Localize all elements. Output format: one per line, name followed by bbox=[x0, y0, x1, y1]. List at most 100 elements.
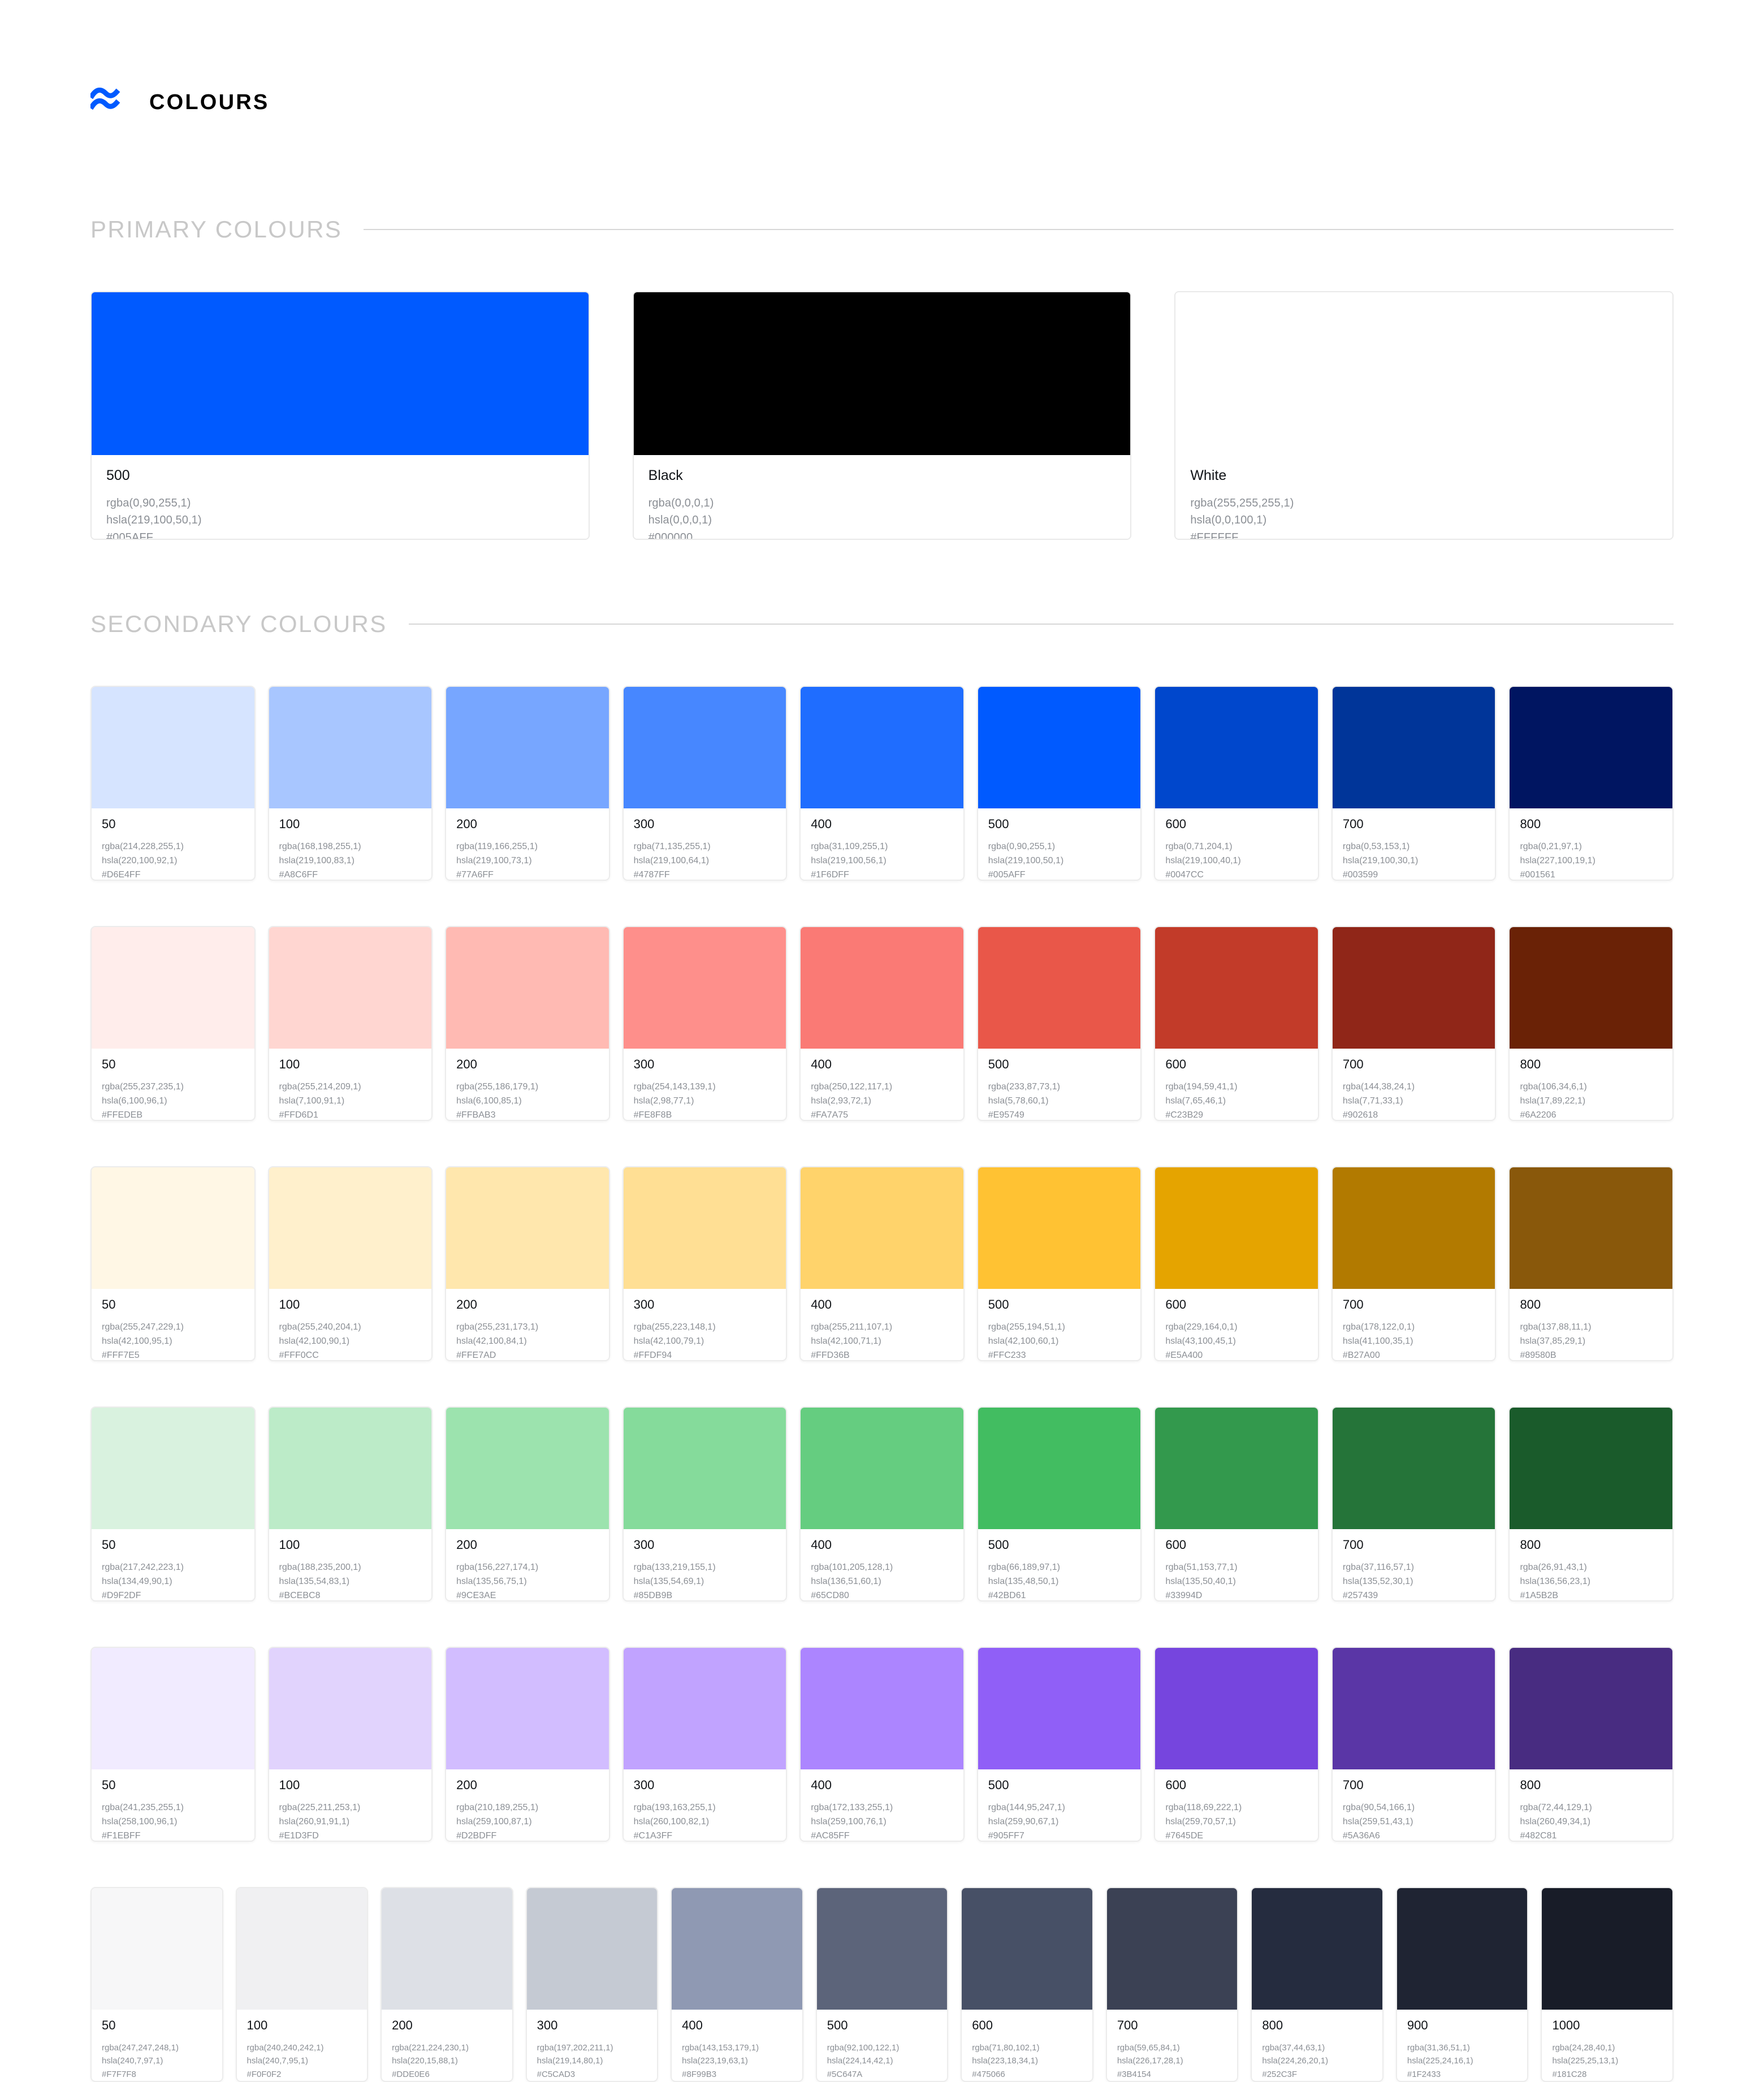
secondary-colour-card[interactable]: 300 rgba(255,223,148,1) hsla(42,100,79,1) #… bbox=[622, 1166, 788, 1361]
secondary-colour-card[interactable]: 400 rgba(143,153,179,1) hsla(223,19,63,1) #… bbox=[671, 1887, 803, 2082]
secondary-colour-card[interactable]: 100 rgba(168,198,255,1) hsla(219,100,83,1)… bbox=[267, 686, 433, 881]
colour-hex: #0047CC bbox=[1165, 869, 1204, 880]
secondary-colour-card[interactable]: 400 rgba(101,205,128,1) hsla(136,51,60,1) #… bbox=[799, 1406, 965, 1601]
secondary-colour-card[interactable]: 1000 rgba(24,28,40,1) hsla(225,25,13,1) #18… bbox=[1541, 1887, 1674, 2082]
secondary-colour-card[interactable]: 200 rgba(156,227,174,1) hsla(135,56,75,1) #… bbox=[445, 1406, 610, 1601]
colour-swatch bbox=[1332, 927, 1495, 1049]
colour-swatch bbox=[269, 1167, 432, 1289]
primary-colour-card[interactable]: 500 rgba(0,90,255,1) hsla(219,100,50,1) #00… bbox=[90, 291, 590, 540]
secondary-colour-card[interactable]: 700 rgba(37,116,57,1) hsla(135,52,30,1) #25… bbox=[1331, 1406, 1497, 1601]
colour-hex: #FFF0CC bbox=[279, 1350, 319, 1360]
secondary-colour-card[interactable]: 800 rgba(137,88,11,1) hsla(37,85,29,1) #895… bbox=[1508, 1166, 1674, 1361]
colour-swatch bbox=[978, 1167, 1141, 1289]
secondary-colour-card[interactable]: 500 rgba(92,100,122,1) hsla(224,14,42,1) #5… bbox=[815, 1887, 949, 2082]
colour-meta: 600 rgba(51,153,77,1) hsla(135,50,40,1) #33… bbox=[1155, 1529, 1318, 1600]
secondary-colour-card[interactable]: 900 rgba(31,36,51,1) hsla(225,24,16,1) #1F2… bbox=[1395, 1887, 1529, 2082]
colour-hsla: hsla(2,98,77,1) bbox=[633, 1096, 694, 1106]
secondary-colour-card[interactable]: 200 rgba(119,166,255,1) hsla(219,100,73,1)… bbox=[445, 686, 610, 881]
secondary-colour-card[interactable]: 100 rgba(225,211,253,1) hsla(260,91,91,1) #… bbox=[267, 1647, 433, 1842]
secondary-row-grey: 50 rgba(247,247,248,1) hsla(240,7,97,1) #F7… bbox=[90, 1887, 1674, 2082]
primary-colour-card[interactable]: Black rgba(0,0,0,1) hsla(0,0,0,1) #000000 bbox=[632, 291, 1132, 540]
colour-hex: #252C3F bbox=[1262, 2069, 1298, 2079]
secondary-colour-card[interactable]: 50 rgba(214,228,255,1) hsla(220,100,92,1) #… bbox=[90, 686, 256, 881]
secondary-colour-card[interactable]: 700 rgba(144,38,24,1) hsla(7,71,33,1) #9026… bbox=[1331, 926, 1497, 1121]
secondary-colour-card[interactable]: 50 rgba(255,247,229,1) hsla(42,100,95,1) #F… bbox=[90, 1166, 256, 1361]
colour-rgba: rgba(168,198,255,1) bbox=[279, 842, 361, 851]
secondary-colour-card[interactable]: 400 rgba(250,122,117,1) hsla(2,93,72,1) #FA… bbox=[799, 926, 965, 1121]
secondary-colour-card[interactable]: 800 rgba(0,21,97,1) hsla(227,100,19,1) #001… bbox=[1508, 686, 1674, 881]
secondary-colour-card[interactable]: 700 rgba(59,65,84,1) hsla(226,17,28,1) #3B4… bbox=[1105, 1887, 1239, 2082]
secondary-colour-card[interactable]: 50 rgba(255,237,235,1) hsla(6,100,96,1) #FF… bbox=[90, 926, 256, 1121]
colour-swatch bbox=[978, 1408, 1141, 1529]
secondary-colour-card[interactable]: 600 rgba(194,59,41,1) hsla(7,65,46,1) #C23B… bbox=[1154, 926, 1319, 1121]
secondary-colour-card[interactable]: 500 rgba(255,194,51,1) hsla(42,100,60,1) #F… bbox=[976, 1166, 1142, 1361]
secondary-colour-card[interactable]: 600 rgba(229,164,0,1) hsla(43,100,45,1) #E5… bbox=[1154, 1166, 1319, 1361]
secondary-colour-card[interactable]: 700 rgba(178,122,0,1) hsla(41,100,35,1) #B2… bbox=[1331, 1166, 1497, 1361]
colour-name: 900 bbox=[1407, 2018, 1428, 2032]
colour-hex: #85DB9B bbox=[633, 1590, 673, 1600]
secondary-colour-card[interactable]: 600 rgba(71,80,102,1) hsla(223,18,34,1) #47… bbox=[961, 1887, 1093, 2082]
colour-hsla: hsla(223,19,63,1) bbox=[682, 2056, 748, 2066]
colour-meta: 100 rgba(225,211,253,1) hsla(260,91,91,1) #… bbox=[269, 1769, 432, 1841]
colour-name: White bbox=[1190, 468, 1227, 483]
colour-swatch bbox=[1542, 1888, 1672, 2010]
secondary-colour-card[interactable]: 700 rgba(90,54,166,1) hsla(259,51,43,1) #5A… bbox=[1331, 1647, 1497, 1842]
secondary-colour-card[interactable]: 400 rgba(172,133,255,1) hsla(259,100,76,1)… bbox=[799, 1647, 965, 1842]
secondary-colour-card[interactable]: 800 rgba(106,34,6,1) hsla(17,89,22,1) #6A22… bbox=[1508, 926, 1674, 1121]
secondary-colour-card[interactable]: 50 rgba(217,242,223,1) hsla(134,49,90,1) #D… bbox=[90, 1406, 256, 1601]
colour-hex: #1A5B2B bbox=[1520, 1590, 1559, 1600]
secondary-colour-card[interactable]: 300 rgba(133,219,155,1) hsla(135,54,69,1) #… bbox=[622, 1406, 788, 1601]
secondary-colour-card[interactable]: 500 rgba(233,87,73,1) hsla(5,78,60,1) #E957… bbox=[976, 926, 1142, 1121]
secondary-colour-card[interactable]: 500 rgba(66,189,97,1) hsla(135,48,50,1) #42… bbox=[976, 1406, 1142, 1601]
colour-name: 800 bbox=[1262, 2018, 1283, 2032]
secondary-colour-card[interactable]: 300 rgba(197,202,211,1) hsla(219,14,80,1) #… bbox=[525, 1887, 659, 2082]
secondary-colour-card[interactable]: 50 rgba(241,235,255,1) hsla(258,100,96,1) #… bbox=[90, 1647, 256, 1842]
colour-rgba: rgba(255,194,51,1) bbox=[988, 1322, 1065, 1332]
colour-meta: 700 rgba(0,53,153,1) hsla(219,100,30,1) #00… bbox=[1333, 808, 1495, 880]
colour-name: 100 bbox=[279, 1057, 300, 1071]
secondary-colour-card[interactable]: 800 rgba(37,44,63,1) hsla(224,26,20,1) #252… bbox=[1251, 1887, 1383, 2082]
colour-rgba: rgba(144,38,24,1) bbox=[1342, 1082, 1415, 1092]
colour-hsla: hsla(220,100,92,1) bbox=[102, 855, 178, 865]
colour-name: 500 bbox=[988, 1057, 1009, 1071]
secondary-colour-card[interactable]: 700 rgba(0,53,153,1) hsla(219,100,30,1) #00… bbox=[1331, 686, 1497, 881]
secondary-colour-card[interactable]: 500 rgba(0,90,255,1) hsla(219,100,50,1) #00… bbox=[976, 686, 1142, 881]
secondary-colour-card[interactable]: 600 rgba(0,71,204,1) hsla(219,100,40,1) #00… bbox=[1154, 686, 1319, 881]
secondary-colour-card[interactable]: 300 rgba(193,163,255,1) hsla(260,100,82,1)… bbox=[622, 1647, 788, 1842]
secondary-colour-card[interactable]: 200 rgba(221,224,230,1) hsla(220,15,88,1) #… bbox=[381, 1887, 513, 2082]
secondary-colour-card[interactable]: 800 rgba(72,44,129,1) hsla(260,49,34,1) #48… bbox=[1508, 1647, 1674, 1842]
secondary-colour-card[interactable]: 400 rgba(31,109,255,1) hsla(219,100,56,1) #… bbox=[799, 686, 965, 881]
colour-meta: 900 rgba(31,36,51,1) hsla(225,24,16,1) #1F2… bbox=[1397, 2010, 1528, 2081]
colour-hex: #7645DE bbox=[1165, 1830, 1204, 1841]
secondary-colour-card[interactable]: 200 rgba(255,231,173,1) hsla(42,100,84,1) #… bbox=[445, 1166, 610, 1361]
colour-rgba: rgba(31,109,255,1) bbox=[811, 842, 888, 851]
colour-rgba: rgba(172,133,255,1) bbox=[811, 1803, 893, 1812]
colour-hex: #000000 bbox=[648, 531, 693, 540]
secondary-colour-card[interactable]: 200 rgba(255,186,179,1) hsla(6,100,85,1) #F… bbox=[445, 926, 610, 1121]
colour-name: 600 bbox=[1165, 1297, 1187, 1311]
colour-rgba: rgba(225,211,253,1) bbox=[279, 1803, 361, 1812]
colour-hex: #B27A00 bbox=[1342, 1350, 1380, 1360]
secondary-colour-card[interactable]: 600 rgba(51,153,77,1) hsla(135,50,40,1) #33… bbox=[1154, 1406, 1319, 1601]
colour-swatch bbox=[1396, 1888, 1528, 2010]
secondary-colour-card[interactable]: 100 rgba(188,235,200,1) hsla(135,54,83,1) #… bbox=[267, 1406, 433, 1601]
colour-hsla: hsla(220,15,88,1) bbox=[392, 2056, 458, 2066]
colour-meta: 300 rgba(197,202,211,1) hsla(219,14,80,1) #… bbox=[527, 2010, 658, 2081]
secondary-colour-card[interactable]: 300 rgba(71,135,255,1) hsla(219,100,64,1) #… bbox=[622, 686, 788, 881]
primary-colour-card[interactable]: White rgba(255,255,255,1) hsla(0,0,100,1) #… bbox=[1174, 291, 1674, 540]
secondary-colour-card[interactable]: 300 rgba(254,143,139,1) hsla(2,98,77,1) #FE… bbox=[622, 926, 788, 1121]
secondary-colour-card[interactable]: 100 rgba(255,214,209,1) hsla(7,100,91,1) #F… bbox=[267, 926, 433, 1121]
secondary-colour-card[interactable]: 100 rgba(240,240,242,1) hsla(240,7,95,1) #F… bbox=[235, 1887, 369, 2082]
secondary-colour-card[interactable]: 50 rgba(247,247,248,1) hsla(240,7,97,1) #F7… bbox=[90, 1887, 223, 2082]
secondary-colour-card[interactable]: 600 rgba(118,69,222,1) hsla(259,70,57,1) #7… bbox=[1154, 1647, 1319, 1842]
colour-hsla: hsla(240,7,95,1) bbox=[247, 2056, 308, 2066]
colour-swatch bbox=[672, 1888, 802, 2010]
secondary-colour-card[interactable]: 800 rgba(26,91,43,1) hsla(136,56,23,1) #1A5… bbox=[1508, 1406, 1674, 1601]
secondary-colour-card[interactable]: 200 rgba(210,189,255,1) hsla(259,100,87,1)… bbox=[445, 1647, 610, 1842]
secondary-colour-card[interactable]: 400 rgba(255,211,107,1) hsla(42,100,71,1) #… bbox=[799, 1166, 965, 1361]
colour-hsla: hsla(259,90,67,1) bbox=[988, 1816, 1059, 1826]
secondary-colour-card[interactable]: 100 rgba(255,240,204,1) hsla(42,100,90,1) #… bbox=[267, 1166, 433, 1361]
secondary-colour-card[interactable]: 500 rgba(144,95,247,1) hsla(259,90,67,1) #9… bbox=[976, 1647, 1142, 1842]
colour-rgba: rgba(178,122,0,1) bbox=[1342, 1322, 1415, 1332]
colour-swatch bbox=[92, 1167, 254, 1289]
